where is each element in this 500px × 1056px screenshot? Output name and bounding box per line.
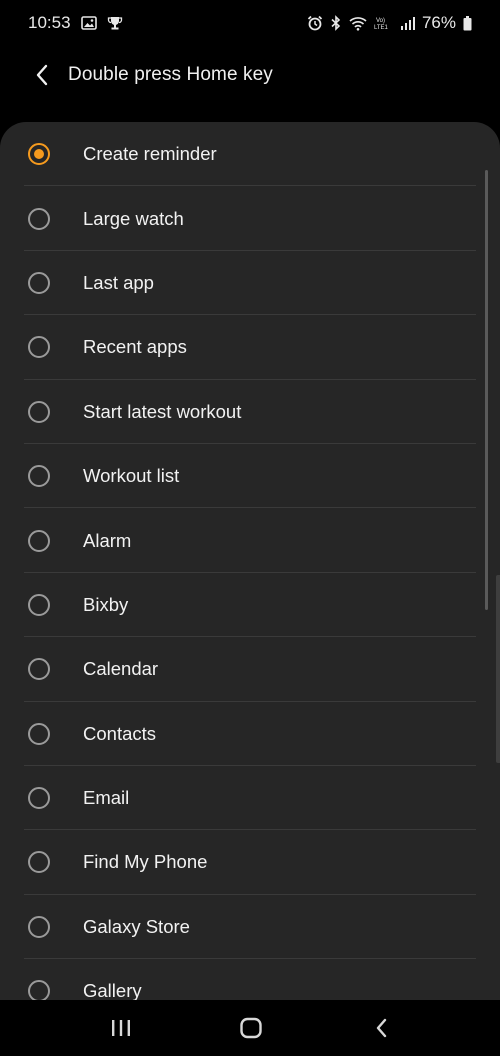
option-row[interactable]: Calendar [0, 637, 500, 702]
status-left: 10:53 [28, 13, 123, 33]
battery-percent: 76% [421, 13, 456, 32]
nav-back-button[interactable] [361, 1012, 401, 1044]
page-title: Double press Home key [68, 64, 273, 85]
option-list: Create reminder Large watch Last app Recent… [0, 122, 500, 1012]
edge-panel-handle[interactable] [496, 575, 500, 763]
option-row[interactable]: Bixby [0, 573, 500, 638]
app-header: Double press Home key [0, 46, 500, 104]
battery-icon [463, 15, 472, 31]
radio-unselected[interactable] [28, 465, 50, 488]
option-label: Bixby [83, 593, 129, 615]
back-icon [376, 1018, 387, 1038]
alarm-icon [307, 15, 323, 31]
home-icon [240, 1017, 262, 1039]
gallery-icon [80, 16, 97, 30]
recent-apps-button[interactable] [101, 1012, 141, 1044]
option-label: Email [83, 787, 130, 809]
option-label: Start latest workout [83, 400, 242, 422]
radio-selected[interactable] [28, 143, 50, 166]
radio-unselected[interactable] [28, 658, 50, 681]
option-label: Contacts [83, 722, 157, 744]
option-label: Recent apps [83, 336, 187, 358]
option-row[interactable]: Create reminder [0, 122, 500, 187]
option-label: Last app [83, 271, 154, 293]
home-button[interactable] [231, 1012, 271, 1044]
option-row[interactable]: Email [0, 766, 500, 831]
option-label: Find My Phone [83, 851, 208, 873]
option-row[interactable]: Workout list [0, 444, 500, 509]
option-label: Calendar [83, 658, 159, 680]
radio-unselected[interactable] [28, 980, 50, 1003]
options-card: Create reminder Large watch Last app Recent… [0, 122, 500, 1012]
wifi-icon [349, 16, 367, 31]
svg-text:Vo): Vo) [376, 18, 385, 24]
option-label: Create reminder [83, 143, 217, 165]
radio-unselected[interactable] [28, 400, 50, 423]
navigation-bar [0, 1000, 500, 1056]
trophy-icon [107, 15, 123, 31]
option-row[interactable]: Contacts [0, 702, 500, 766]
radio-unselected[interactable] [28, 593, 50, 616]
option-label: Workout list [83, 465, 180, 487]
radio-unselected[interactable] [28, 207, 50, 230]
status-right: Vo) LTE1 76% [307, 13, 472, 33]
radio-unselected[interactable] [28, 722, 50, 745]
radio-unselected[interactable] [28, 271, 50, 294]
option-label: Large watch [83, 207, 184, 229]
scrollbar[interactable] [485, 170, 488, 610]
signal-icon [400, 16, 415, 30]
option-label: Gallery [83, 980, 142, 1002]
radio-unselected[interactable] [28, 529, 50, 552]
option-row[interactable]: Find My Phone [0, 830, 500, 895]
radio-unselected[interactable] [28, 915, 50, 938]
recent-apps-icon [112, 1020, 130, 1036]
option-row[interactable]: Alarm [0, 508, 500, 573]
svg-text:LTE1: LTE1 [374, 25, 389, 31]
option-row[interactable]: Start latest workout [0, 380, 500, 444]
option-row[interactable]: Last app [0, 251, 500, 316]
option-label: Alarm [83, 529, 132, 551]
option-row[interactable]: Large watch [0, 186, 500, 251]
option-row[interactable]: Galaxy Store [0, 895, 500, 960]
screen: 10:53 Vo) LTE1 76% Double press Home key… [0, 0, 500, 1056]
back-button[interactable] [22, 55, 62, 95]
radio-unselected[interactable] [28, 336, 50, 359]
clock: 10:53 [28, 13, 71, 32]
chevron-left-icon [36, 64, 48, 86]
volte-lte-icon: Vo) LTE1 [374, 15, 394, 31]
option-label: Galaxy Store [83, 915, 190, 937]
bluetooth-icon [330, 15, 342, 31]
option-row[interactable]: Recent apps [0, 315, 500, 380]
radio-unselected[interactable] [28, 787, 50, 810]
radio-unselected[interactable] [28, 851, 50, 874]
status-bar: 10:53 Vo) LTE1 76% [0, 0, 500, 46]
